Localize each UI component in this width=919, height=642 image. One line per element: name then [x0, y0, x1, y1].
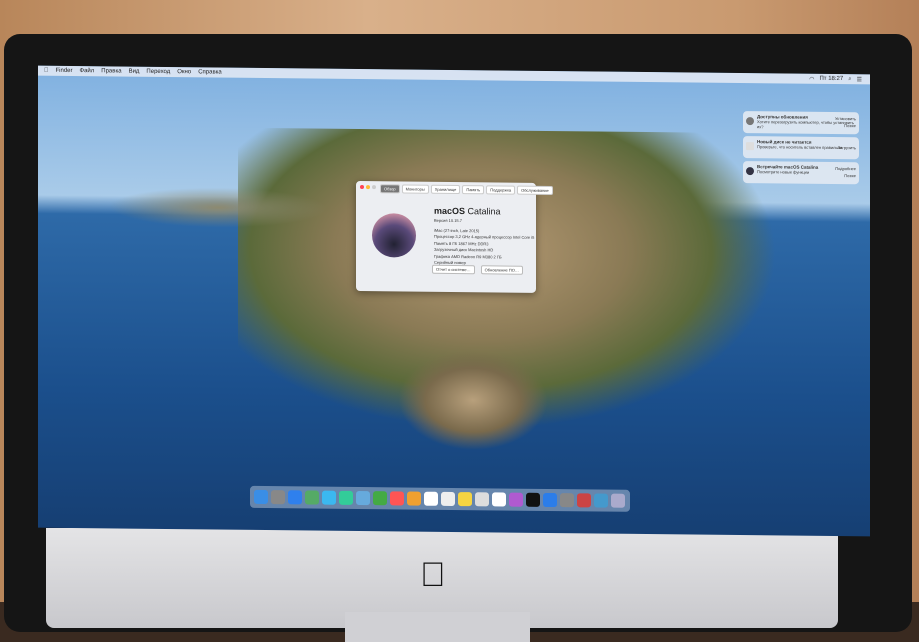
tab-overview[interactable]: Обзор: [380, 184, 400, 194]
system-report-button[interactable]: Отчет о системе…: [432, 264, 475, 275]
tab-displays[interactable]: Мониторы: [401, 184, 429, 194]
spec-memory: Память 8 ГБ 1867 MHz DDR3: [434, 240, 489, 246]
dock-app-icon[interactable]: [611, 493, 625, 508]
later-button[interactable]: Позже: [835, 172, 856, 179]
spotlight-icon[interactable]: ⌕: [848, 76, 851, 83]
zoom-button[interactable]: [372, 185, 376, 190]
imac-stand: [345, 612, 530, 642]
spec-processor: Процессор 3,2 GHz 4-ядерный процессор In…: [434, 233, 535, 240]
notification-disk[interactable]: Новый диск не читается Проверьте, что но…: [743, 136, 859, 160]
dock-app-icon[interactable]: [254, 489, 268, 505]
tab-storage[interactable]: Хранилище: [430, 184, 461, 195]
dock-app-icon[interactable]: [594, 493, 608, 508]
tab-memory[interactable]: Память: [462, 185, 485, 195]
menu-go[interactable]: Переход: [146, 69, 170, 75]
wifi-icon[interactable]: ◠: [809, 75, 814, 82]
menu-window[interactable]: Окно: [177, 69, 191, 75]
spec-model: iMac (27-inch, Late 2015): [434, 227, 480, 233]
dock-app-icon[interactable]: [288, 490, 302, 505]
notification-body: Посмотрите новые функции: [757, 169, 810, 175]
close-button[interactable]: [360, 185, 364, 190]
dock-app-icon[interactable]: [475, 492, 489, 507]
dock-app-icon[interactable]: [271, 490, 285, 505]
dock-app-icon[interactable]: [322, 490, 336, 505]
menu-view[interactable]: Вид: [129, 69, 140, 75]
window-controls: [360, 185, 376, 190]
menu-help[interactable]: Справка: [198, 69, 222, 75]
dock-app-icon[interactable]: [305, 490, 319, 505]
dock-app-icon[interactable]: [543, 492, 557, 508]
catalina-logo: [372, 213, 416, 258]
dock: [250, 485, 630, 512]
tab-support[interactable]: Поддержка: [486, 185, 516, 195]
menu-edit[interactable]: Правка: [101, 68, 121, 74]
gear-icon: [746, 117, 754, 126]
apple-menu-icon[interactable]: : [44, 68, 49, 74]
apple-logo-icon: : [420, 556, 446, 595]
notification-catalina[interactable]: Встречайте macOS Catalina Посмотрите нов…: [743, 161, 859, 185]
about-this-mac-window: Обзор Мониторы Хранилище Память Поддержк…: [356, 180, 553, 293]
dock-app-icon[interactable]: [577, 493, 591, 508]
notification-updates[interactable]: Доступны обновления Хотите перезагрузить…: [743, 111, 859, 135]
dock-app-icon[interactable]: [424, 491, 438, 506]
software-update-button[interactable]: Обновление ПО…: [480, 265, 523, 275]
dock-app-icon[interactable]: [356, 490, 370, 506]
wallpaper-islet: [108, 186, 328, 229]
download-button[interactable]: Загрузить: [838, 144, 856, 151]
tab-service[interactable]: Обслуживание: [517, 185, 553, 196]
minimize-button[interactable]: [366, 185, 370, 190]
notification-center-icon[interactable]: ☰: [857, 76, 862, 83]
spec-graphics: Графика AMD Radeon R9 M380 2 ГБ: [434, 253, 502, 259]
dock-app-icon[interactable]: [339, 490, 353, 505]
os-version: Версия 10.15.7: [434, 217, 462, 223]
menu-file[interactable]: Файл: [80, 68, 95, 74]
dock-app-icon[interactable]: [509, 492, 523, 507]
dock-app-icon[interactable]: [526, 492, 540, 507]
spec-startup-disk: Загрузочный диск Macintosh HD: [434, 246, 494, 253]
dock-app-icon[interactable]: [390, 491, 404, 506]
clock[interactable]: Пт 18:27: [819, 75, 843, 82]
disk-icon: [746, 142, 754, 151]
dock-app-icon[interactable]: [441, 491, 455, 507]
screen:  Finder Файл Правка Вид Переход Окно Сп…: [38, 65, 870, 537]
os-title: macOS Catalina: [434, 205, 501, 217]
dock-app-icon[interactable]: [560, 493, 574, 508]
catalina-icon: [746, 167, 754, 176]
menu-finder[interactable]: Finder: [56, 68, 73, 74]
notification-body: Проверьте, что носитель вставлен правиль…: [757, 144, 842, 151]
dock-app-icon[interactable]: [492, 492, 506, 507]
dock-app-icon[interactable]: [407, 491, 421, 506]
wallpaper-rock: [398, 349, 548, 451]
dock-app-icon[interactable]: [458, 492, 472, 507]
later-button[interactable]: Позже: [835, 122, 856, 129]
dock-app-icon[interactable]: [373, 491, 387, 506]
